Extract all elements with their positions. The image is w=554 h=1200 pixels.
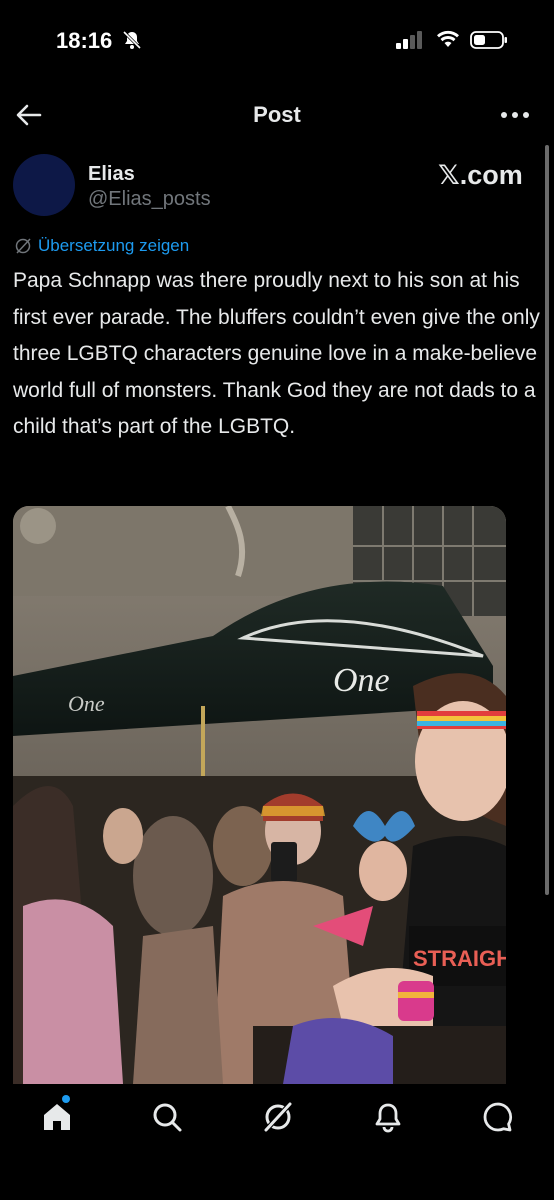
notifications-icon[interactable] xyxy=(371,1100,405,1134)
back-arrow-icon[interactable] xyxy=(14,100,44,130)
page-title: Post xyxy=(253,102,301,127)
translate-icon xyxy=(15,238,31,254)
translate-link[interactable]: Übersetzung zeigen xyxy=(14,236,189,256)
scrollbar[interactable] xyxy=(545,145,549,895)
post-text: Papa Schnapp was there proudly next to h… xyxy=(13,269,540,438)
awning-text-large: One xyxy=(333,662,390,699)
video-frame: One One STRAIGHT xyxy=(13,506,506,1084)
battery-icon xyxy=(470,31,507,49)
post-video[interactable]: One One STRAIGHT xyxy=(13,506,506,1084)
messages-icon[interactable] xyxy=(481,1100,515,1134)
more-options-icon[interactable] xyxy=(498,102,532,128)
author-handle[interactable]: @Elias_posts xyxy=(88,188,211,211)
translate-label: Übersetzung zeigen xyxy=(38,236,190,255)
awning-text-small: One xyxy=(68,691,105,716)
signal-icon xyxy=(396,31,422,49)
status-time: 18:16 xyxy=(56,28,113,53)
x-com-watermark: 𝕏.com xyxy=(438,160,523,190)
home-icon[interactable] xyxy=(40,1100,74,1134)
wifi-icon xyxy=(437,30,459,47)
grok-icon[interactable] xyxy=(261,1100,295,1134)
author-name[interactable]: Elias xyxy=(88,163,135,186)
search-icon[interactable] xyxy=(150,1100,184,1134)
bell-off-icon xyxy=(122,30,142,50)
shirt-text: STRAIGHT xyxy=(413,946,506,971)
avatar[interactable] xyxy=(13,154,75,216)
